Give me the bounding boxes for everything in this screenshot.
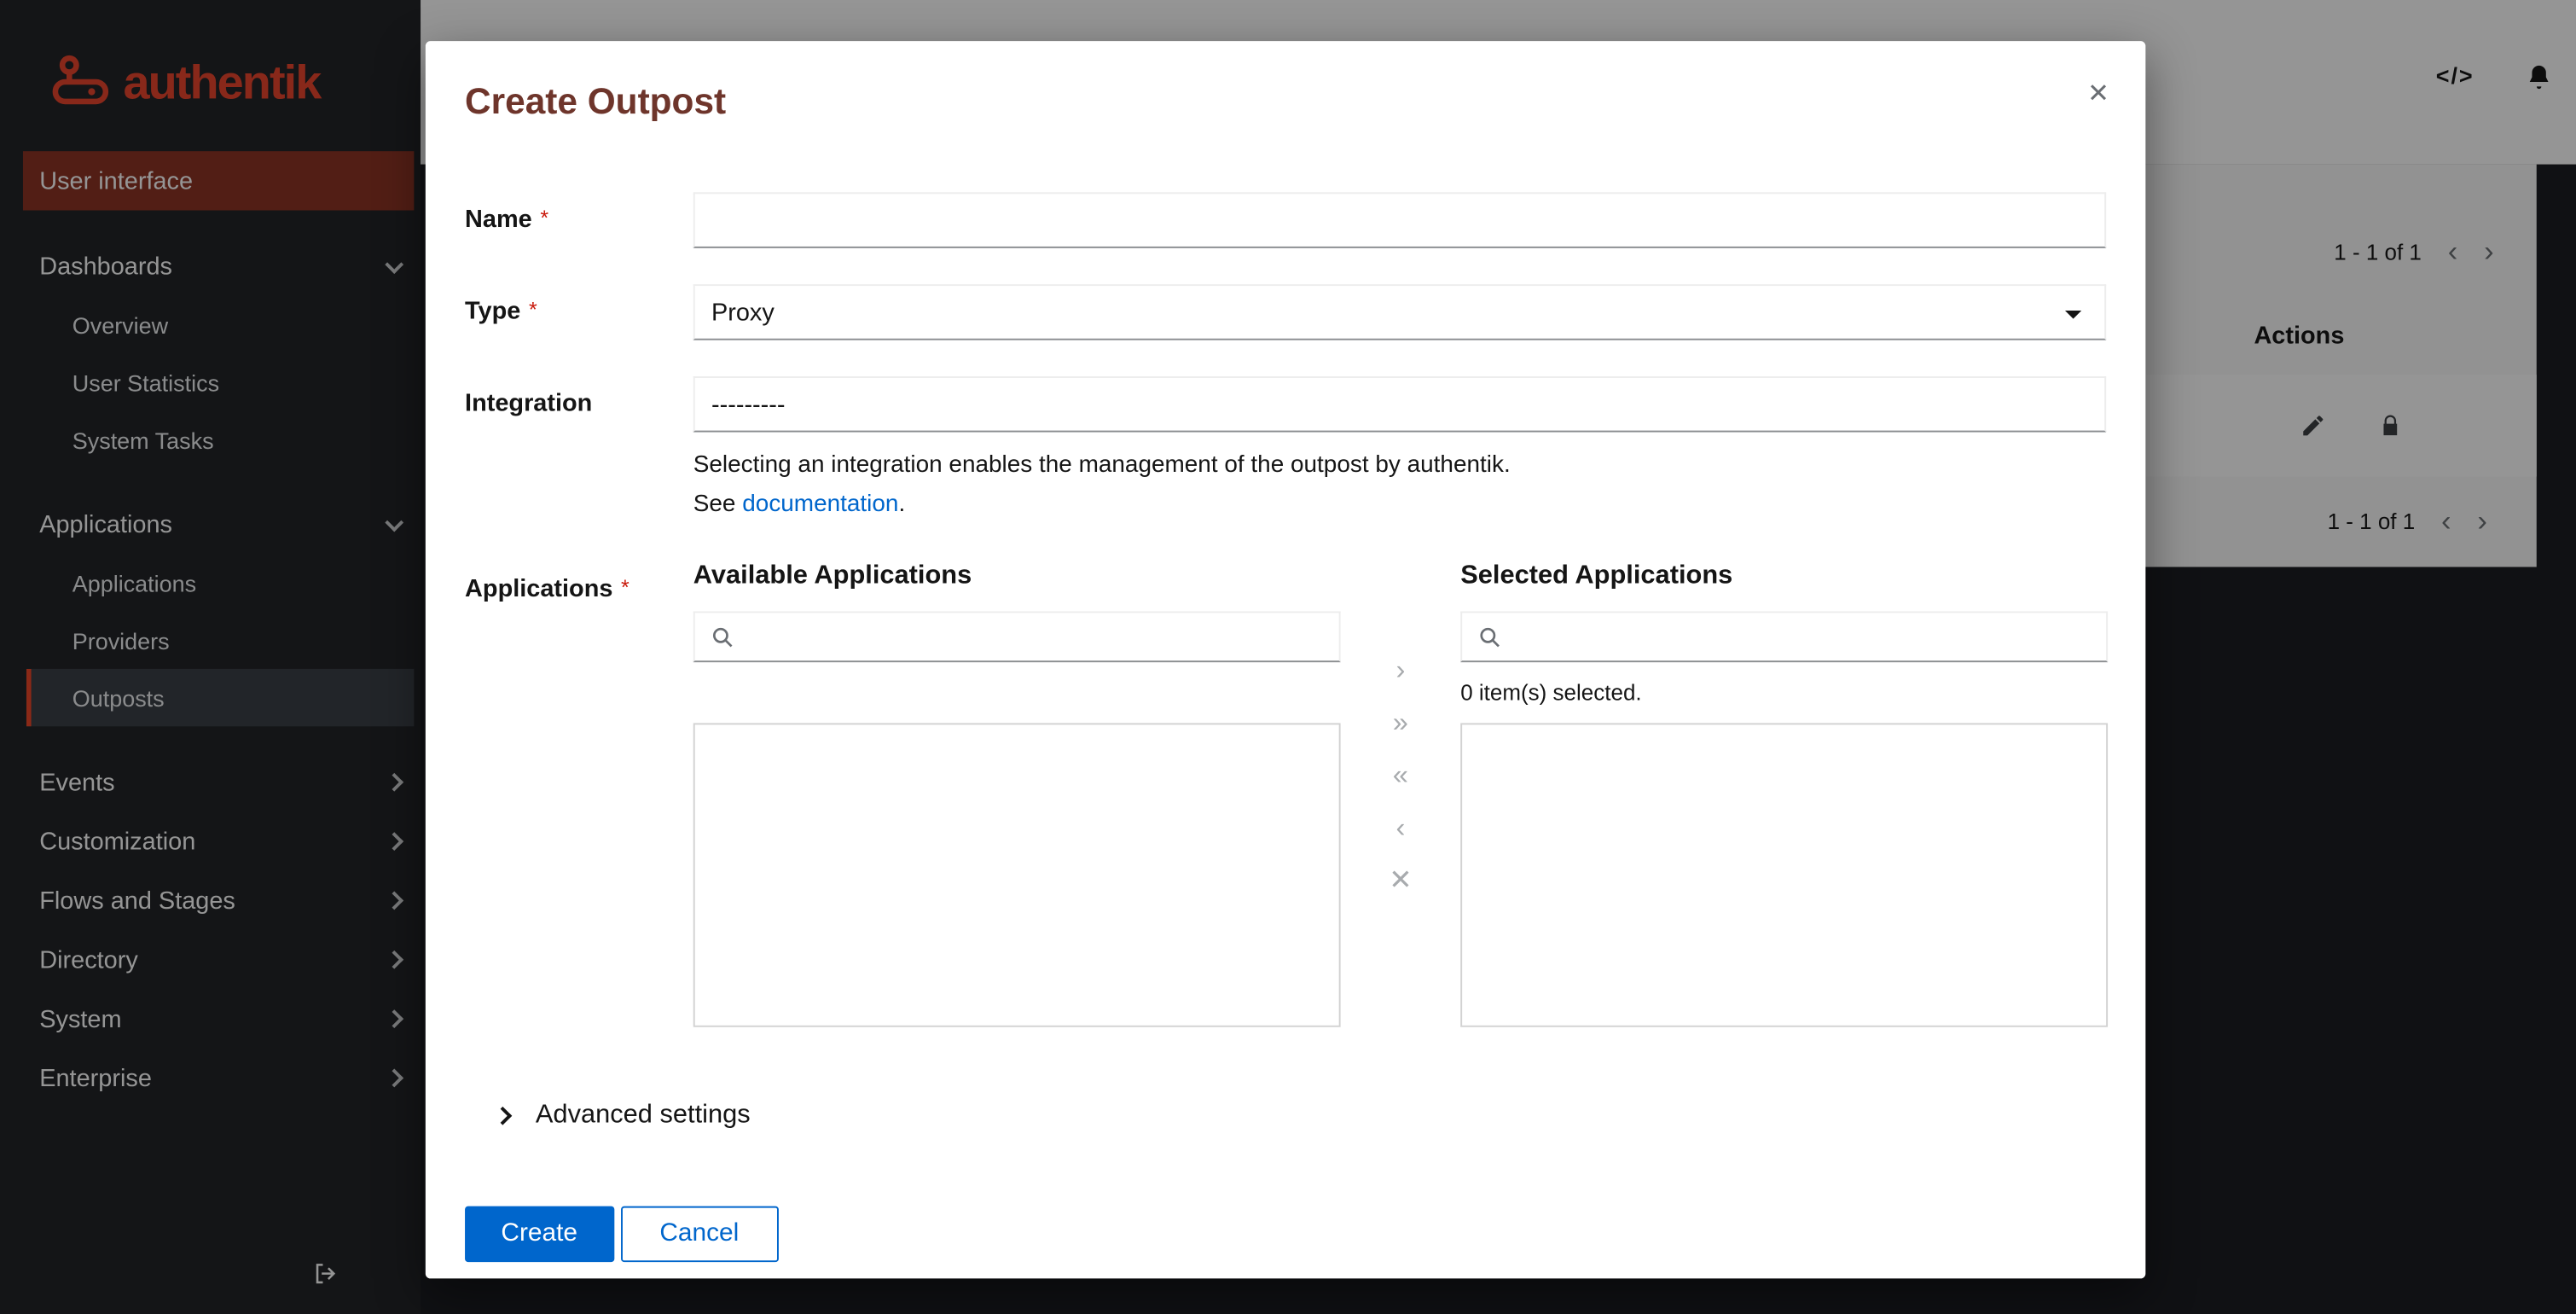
name-field-row: Name*: [465, 192, 2106, 247]
create-button[interactable]: Create: [465, 1206, 613, 1261]
available-status: [693, 662, 1341, 723]
add-all-icon[interactable]: »: [1393, 708, 1408, 736]
required-marker: *: [540, 206, 548, 230]
selected-applications-pane: Selected Applications 0 item(s) selected…: [1460, 561, 2108, 1026]
available-list[interactable]: [693, 723, 1341, 1026]
screen: authentik User interface Dashboards Over…: [0, 0, 2576, 1314]
modal-title: Create Outpost: [465, 80, 2106, 123]
available-search-input[interactable]: [695, 613, 1339, 660]
name-label: Name*: [465, 192, 693, 233]
cancel-button[interactable]: Cancel: [620, 1206, 778, 1261]
chevron-right-icon: [493, 1107, 512, 1125]
dual-list-controls: › » « ‹ ✕: [1341, 561, 1461, 1026]
remove-all-icon[interactable]: «: [1393, 760, 1408, 788]
clear-icon[interactable]: ✕: [1389, 866, 1412, 894]
caret-down-icon: [2065, 311, 2081, 327]
selected-count: 0 item(s) selected.: [1460, 662, 2108, 723]
selected-list[interactable]: [1460, 723, 2108, 1026]
type-field-row: Type* Proxy: [465, 284, 2106, 340]
applications-field-row: Applications* Available Applications: [465, 561, 2106, 1026]
type-label: Type*: [465, 284, 693, 325]
type-select-value: Proxy: [711, 299, 775, 327]
required-marker: *: [529, 298, 537, 323]
create-outpost-form: Name* Type* Proxy In: [465, 192, 2106, 1262]
available-search: [693, 611, 1341, 662]
advanced-settings-toggle[interactable]: Advanced settings: [465, 1101, 2106, 1131]
integration-select-value: ---------: [711, 390, 786, 418]
integration-label: Integration: [465, 376, 693, 417]
applications-label: Applications*: [465, 561, 693, 602]
integration-help-text: Selecting an integration enables the man…: [693, 447, 2106, 526]
advanced-settings-label: Advanced settings: [536, 1101, 751, 1131]
search-icon: [711, 626, 734, 658]
type-select[interactable]: Proxy: [693, 284, 2106, 340]
add-selected-icon[interactable]: ›: [1395, 655, 1405, 683]
search-icon: [1478, 626, 1501, 658]
required-marker: *: [621, 575, 629, 600]
close-icon[interactable]: ✕: [2087, 78, 2109, 111]
integration-select[interactable]: ---------: [693, 376, 2106, 432]
dual-list-selector: Available Applications: [693, 561, 2106, 1026]
name-input[interactable]: [693, 192, 2106, 247]
available-applications-title: Available Applications: [693, 561, 1341, 591]
selected-applications-title: Selected Applications: [1460, 561, 2108, 591]
remove-selected-icon[interactable]: ‹: [1395, 813, 1405, 841]
selected-search: [1460, 611, 2108, 662]
create-outpost-modal: Create Outpost ✕ Name* Type* Proxy: [426, 41, 2146, 1278]
available-applications-pane: Available Applications: [693, 561, 1341, 1026]
modal-footer: Create Cancel: [465, 1206, 2106, 1261]
selected-search-input[interactable]: [1462, 613, 2106, 660]
documentation-link[interactable]: documentation: [742, 491, 898, 518]
integration-field-row: Integration --------- Selecting an integ…: [465, 376, 2106, 526]
